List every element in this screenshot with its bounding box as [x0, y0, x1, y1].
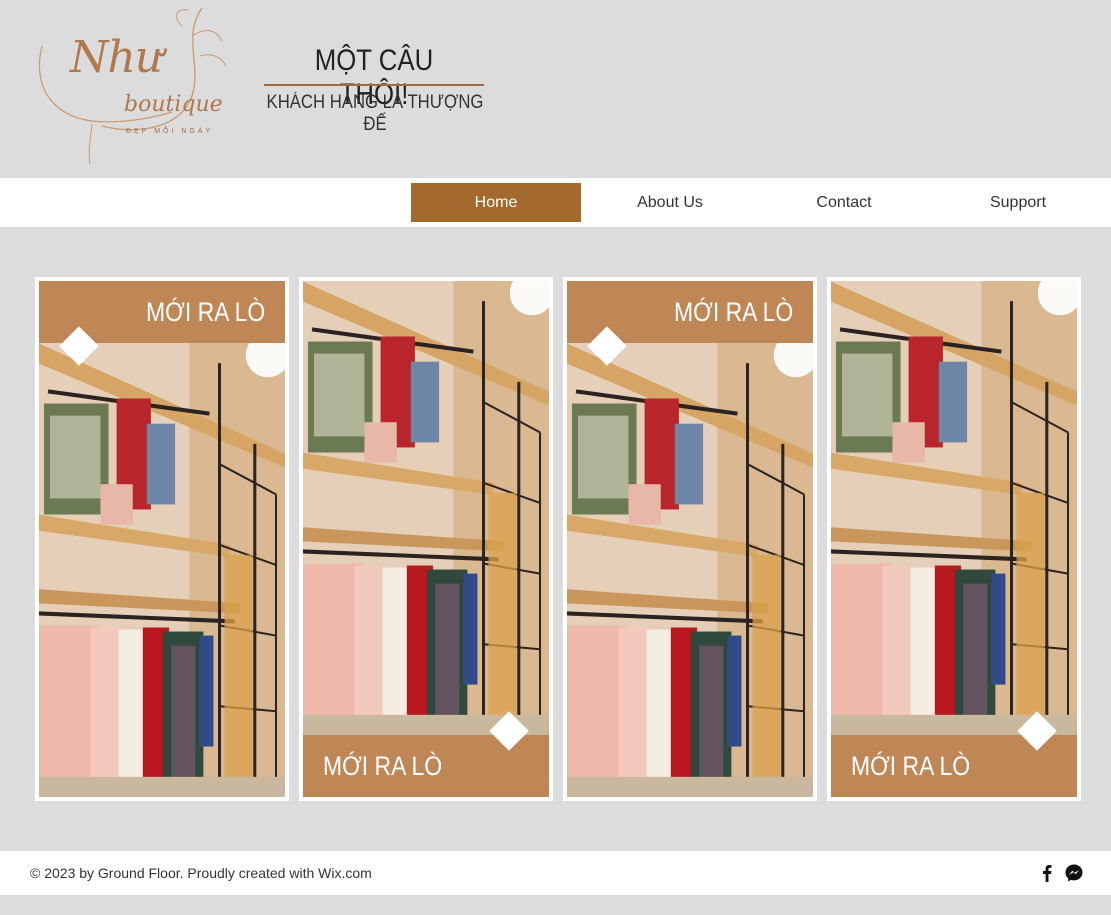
store-photo — [567, 343, 813, 797]
product-card-1[interactable]: MỚI RA LÒ — [35, 277, 289, 801]
facebook-icon[interactable] — [1037, 863, 1057, 883]
product-card-3[interactable]: MỚI RA LÒ — [563, 277, 817, 801]
nav-contact[interactable]: Contact — [759, 183, 929, 222]
nav-about-us[interactable]: About Us — [585, 183, 755, 222]
slogan-divider — [264, 84, 484, 86]
nav-home[interactable]: Home — [411, 183, 581, 222]
card-banner-text: MỚI RA LÒ — [323, 751, 443, 781]
store-photo — [831, 281, 1077, 735]
product-card-2[interactable]: MỚI RA LÒ — [299, 277, 553, 801]
site-header: Như boutique ĐẸP MỖI NGÀY MỘT CÂU THÔI! … — [0, 0, 1111, 178]
messenger-icon[interactable] — [1064, 863, 1084, 883]
store-photo — [303, 281, 549, 735]
logo-tagline: ĐẸP MỖI NGÀY — [126, 128, 214, 135]
nav-support[interactable]: Support — [933, 183, 1103, 222]
card-banner-text: MỚI RA LÒ — [145, 297, 265, 327]
boutique-logo[interactable]: Như boutique ĐẸP MỖI NGÀY — [32, 6, 238, 166]
site-footer: © 2023 by Ground Floor. Proudly created … — [0, 851, 1111, 895]
logo-wordmark: Như — [70, 32, 163, 83]
card-banner-text: MỚI RA LÒ — [673, 297, 793, 327]
slogan-subtitle: KHÁCH HÀNG LÀ THƯỢNG ĐẾ — [266, 92, 484, 135]
logo-flourish-icon — [38, 7, 227, 165]
main-navigation: Home About Us Contact Support — [0, 178, 1111, 227]
product-card-4[interactable]: MỚI RA LÒ — [827, 277, 1081, 801]
logo-subtitle: boutique — [124, 92, 223, 117]
copyright-text: © 2023 by Ground Floor. Proudly created … — [30, 865, 372, 881]
store-photo — [39, 343, 285, 797]
card-banner-text: MỚI RA LÒ — [851, 751, 971, 781]
